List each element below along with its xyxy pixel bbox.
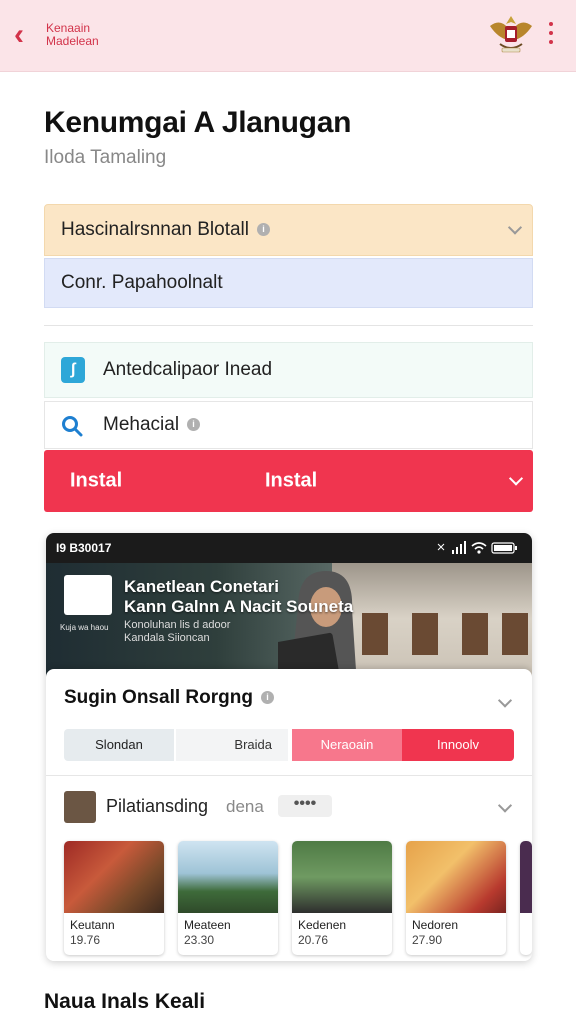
profile-name: Pilatiansding <box>106 796 209 816</box>
avatar <box>64 791 96 823</box>
product-price: 19.76 <box>70 933 101 947</box>
card-title: Sugin Onsall Rorgng <box>64 687 253 708</box>
segment-4[interactable]: Innoolv <box>402 729 514 761</box>
hero-title-line2: Kann Galnn A Nacit Souneta <box>124 597 354 616</box>
app-preview-screenshot: I9 B30017 Kuja wa haou Kanetlean Conetar… <box>46 533 532 961</box>
chevron-down-icon[interactable] <box>508 471 524 486</box>
hero-subtitle-line1: Konoluhan lis d adoor <box>124 619 231 631</box>
dropdown-label: Hascinalrsnnan Blotall <box>61 219 249 240</box>
segment-2[interactable]: Braida <box>176 729 288 761</box>
chevron-left-icon[interactable]: ‹ <box>14 20 42 50</box>
product-image <box>178 841 278 913</box>
app-title: Kenaain Madelean <box>46 21 99 48</box>
product-image <box>520 841 532 913</box>
product-tile[interactable]: Keutann 19.76 <box>64 841 164 955</box>
options-card: Sugin Onsall Rorgng i Slondan Braida Nera… <box>46 669 532 961</box>
product-tile-partial[interactable] <box>520 841 532 955</box>
list-item-search[interactable]: Mehacial i <box>44 401 533 449</box>
page-title: Kenumgai A Jlanugan <box>44 106 352 139</box>
info-icon[interactable]: i <box>260 691 274 705</box>
segmented-control: Slondan Braida Neraoain Innoolv <box>64 729 514 761</box>
chevron-down-icon[interactable] <box>497 798 513 813</box>
product-image <box>64 841 164 913</box>
profile-row[interactable]: Pilatiansding dena •••• <box>64 791 514 825</box>
product-tile[interactable]: Meateen 23.30 <box>178 841 278 955</box>
app-icon: ʃ <box>61 357 85 383</box>
product-name: Nedoren <box>412 918 459 932</box>
field-value: Conr. Papahoolnalt <box>61 272 223 293</box>
category-dropdown[interactable]: Hascinalrsnnan Blotall i <box>44 204 533 256</box>
status-bar: I9 B30017 <box>46 533 532 563</box>
product-price: 23.30 <box>184 933 215 947</box>
profile-tag: dena <box>226 797 264 816</box>
product-name: Keutann <box>70 918 115 932</box>
chevron-down-icon <box>507 220 523 235</box>
more-vertical-icon[interactable] <box>546 22 556 48</box>
status-time: I9 B30017 <box>56 541 112 555</box>
list-item-label: Antedcalipaor Inead <box>103 359 273 380</box>
hero-subtitle-line2: Kandala Siioncan <box>124 632 210 644</box>
text-field[interactable]: Conr. Papahoolnalt <box>44 258 533 308</box>
product-tile[interactable]: Nedoren 27.90 <box>406 841 506 955</box>
install-button[interactable]: Instal Instal <box>44 450 533 512</box>
install-label-left: Instal <box>70 469 123 492</box>
list-item-label: Mehacial <box>103 414 180 435</box>
divider <box>44 325 533 326</box>
product-name: Kedenen <box>298 918 347 932</box>
product-tile[interactable]: Kedenen 20.76 <box>292 841 392 955</box>
top-app-bar: ‹ Kenaain Madelean <box>0 0 576 72</box>
product-name: Meateen <box>184 918 231 932</box>
product-image <box>406 841 506 913</box>
install-label-center: Instal <box>265 469 318 492</box>
status-icons <box>437 541 517 554</box>
divider <box>46 775 532 776</box>
garuda-crest-icon <box>490 16 532 53</box>
profile-thumbnail <box>64 575 112 615</box>
section-heading: Naua Inals Keali <box>44 990 206 1013</box>
list-item-app[interactable]: ʃ Antedcalipaor Inead <box>44 342 533 398</box>
thumbnail-caption: Kuja wa haou <box>60 623 109 632</box>
product-price: 20.76 <box>298 933 329 947</box>
more-horizontal-icon[interactable]: •••• <box>278 795 332 817</box>
hero-title-line1: Kanetlean Conetari <box>124 577 279 596</box>
search-icon <box>62 416 83 437</box>
chevron-down-icon[interactable] <box>497 693 513 708</box>
segment-3[interactable]: Neraoain <box>292 729 402 761</box>
product-image <box>292 841 392 913</box>
segment-1[interactable]: Slondan <box>64 729 174 761</box>
info-icon[interactable]: i <box>187 418 201 432</box>
product-price: 27.90 <box>412 933 443 947</box>
info-icon[interactable]: i <box>257 223 270 237</box>
page-subtitle: Iloda Tamaling <box>44 147 167 168</box>
